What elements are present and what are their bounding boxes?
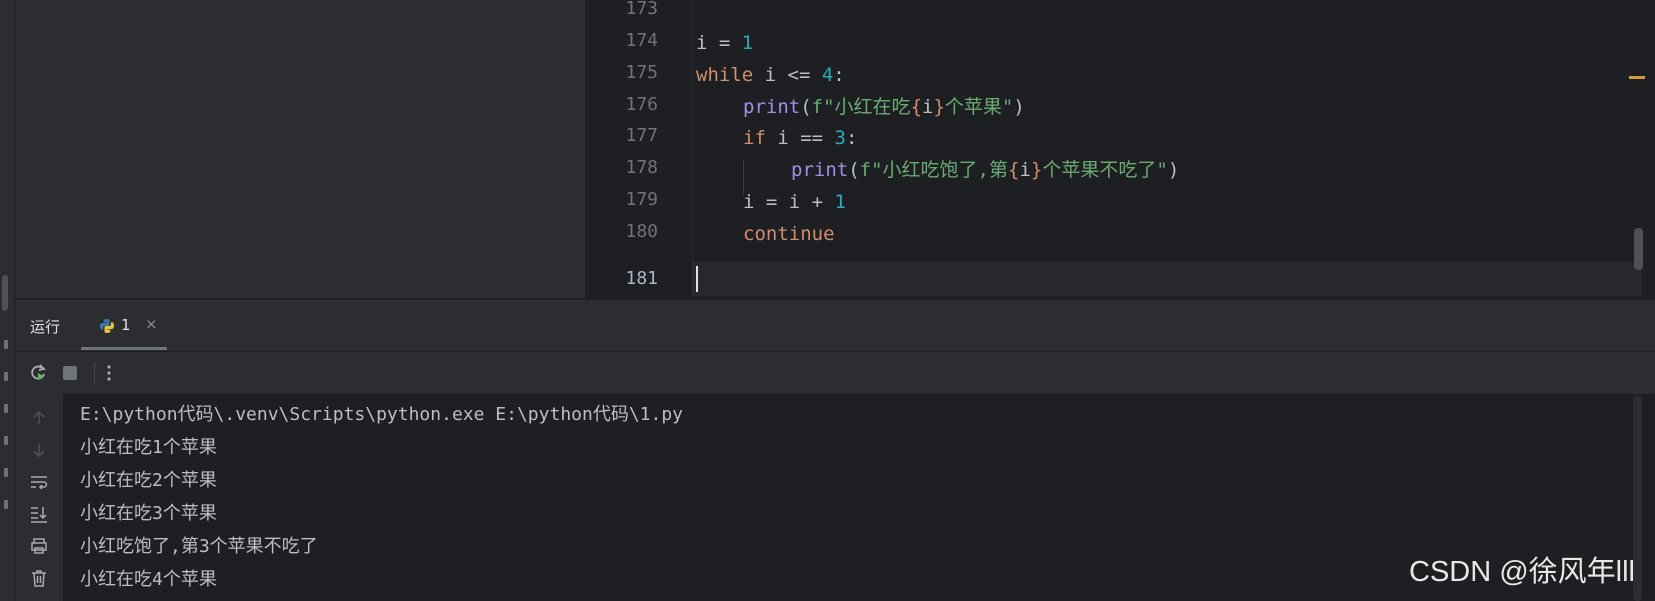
current-line-highlight <box>586 262 1642 296</box>
console-line: E:\python代码\.venv\Scripts\python.exe E:\… <box>80 404 684 425</box>
console-side-toolbar <box>15 394 63 601</box>
run-toolbar <box>15 351 1655 395</box>
console-line: 小红在吃3个苹果 <box>80 503 217 524</box>
active-tab-indicator <box>81 347 167 350</box>
strip-icon[interactable] <box>4 436 8 445</box>
tool-window-strip <box>0 0 15 601</box>
code-line-178: print(f"小红吃饱了,第{i}个苹果不吃了") <box>791 159 1180 181</box>
trash-icon[interactable] <box>29 568 49 588</box>
arrow-down-icon[interactable] <box>29 440 49 460</box>
line-number: 179 <box>625 189 658 210</box>
warning-marker[interactable] <box>1629 76 1645 79</box>
editor-scrollbar[interactable] <box>1634 228 1643 270</box>
text-caret <box>696 266 698 292</box>
rerun-icon <box>31 364 46 380</box>
line-number: 176 <box>625 94 658 115</box>
run-tool-window-header: 运行 1 × <box>15 299 1655 352</box>
strip-icon[interactable] <box>4 468 8 477</box>
line-number: 174 <box>625 30 658 51</box>
console-line: 小红在吃2个苹果 <box>80 470 217 491</box>
tab-run-1[interactable]: 1 × <box>81 308 165 344</box>
close-icon[interactable]: × <box>145 315 158 333</box>
strip-icon[interactable] <box>4 340 8 349</box>
code-line-179: i = i + 1 <box>743 191 846 213</box>
code-line-174: i = 1 <box>696 32 754 54</box>
line-number-current: 181 <box>625 268 658 289</box>
code-line-180: continue <box>743 223 835 245</box>
tab-label: 1 <box>121 316 131 334</box>
code-line-175: while i <= 4: <box>696 64 845 86</box>
code-line-177: if i == 3: <box>743 127 858 149</box>
console-line: 小红在吃1个苹果 <box>80 437 217 458</box>
project-tree-pane[interactable] <box>15 0 585 298</box>
line-number: 175 <box>625 62 658 83</box>
more-options-button[interactable] <box>98 362 120 384</box>
console-line: 小红吃饱了,第3个苹果不吃了 <box>80 536 318 557</box>
strip-scroll-handle[interactable] <box>2 275 8 311</box>
run-title: 运行 <box>30 318 61 336</box>
stop-button[interactable] <box>59 362 81 384</box>
arrow-up-icon[interactable] <box>29 408 49 428</box>
scroll-to-end-icon[interactable] <box>29 504 49 524</box>
more-vertical-icon <box>107 365 111 381</box>
rerun-button[interactable] <box>27 362 49 384</box>
strip-icon[interactable] <box>4 372 8 381</box>
stop-icon <box>63 366 77 380</box>
console-line: 小红在吃4个苹果 <box>80 569 217 590</box>
code-editor[interactable]: 173 174 175 176 177 178 179 180 181 i = … <box>586 0 1655 298</box>
line-number: 178 <box>625 157 658 178</box>
strip-icon[interactable] <box>4 404 8 413</box>
python-icon <box>100 319 114 333</box>
watermark: CSDN @徐风年lll <box>1409 556 1635 588</box>
print-icon[interactable] <box>29 536 49 556</box>
soft-wrap-icon[interactable] <box>29 472 49 492</box>
code-line-176: print(f"小红在吃{i}个苹果") <box>743 96 1025 118</box>
line-number-gutter: 173 174 175 176 177 178 179 180 181 <box>586 0 693 298</box>
strip-icon[interactable] <box>4 500 8 509</box>
line-number: 177 <box>625 125 658 146</box>
line-number: 180 <box>625 221 658 242</box>
line-number: 173 <box>625 0 658 19</box>
toolbar-separator <box>94 362 95 384</box>
